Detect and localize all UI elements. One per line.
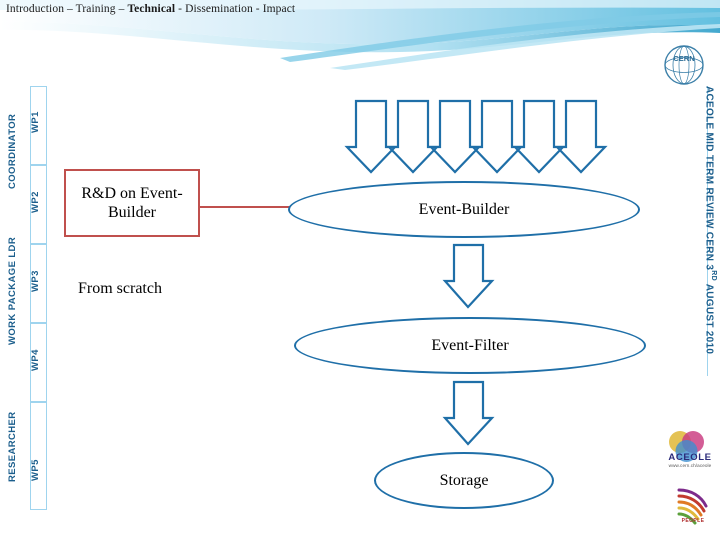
group-label-coordinator: COORDINATOR: [7, 113, 18, 189]
slide-canvas: Introduction – Training – Technical - Di…: [0, 0, 720, 540]
breadcrumb-part-1: Introduction – Training –: [6, 3, 128, 15]
diagram-arrows: [344, 99, 608, 446]
breadcrumb-part-2: Technical: [127, 3, 176, 15]
group-label-wp-leader: WORK PACKAGE LDR: [7, 236, 18, 346]
people-logo-text: PEOPLE: [681, 518, 705, 524]
presentation-title-part-2: AUGUST 2010: [703, 281, 715, 355]
rnd-to-event-builder-connector: [200, 206, 292, 208]
wp-label-wp1: WP1: [30, 111, 41, 133]
event-builder-node: Event-Builder: [288, 181, 640, 238]
presentation-title-sup: RD: [710, 270, 717, 281]
cern-logo-icon: CERN: [664, 45, 704, 85]
group-label-researcher: RESEARCHER: [7, 411, 18, 483]
breadcrumb: Introduction – Training – Technical - Di…: [6, 3, 295, 15]
event-filter-node: Event-Filter: [294, 317, 646, 374]
presentation-title-vertical: ACEOLE MID TERM REVIEW CERN 3RD AUGUST 2…: [697, 86, 719, 376]
breadcrumb-part-3: - Dissemination - Impact: [175, 3, 296, 15]
wp-label-wp4: WP4: [30, 349, 41, 371]
aceole-logo-text: ACEOLE: [668, 452, 712, 463]
storage-node: Storage: [374, 452, 554, 509]
wp-label-wp2: WP2: [30, 191, 41, 213]
wp-label-wp5: WP5: [30, 459, 41, 481]
wp-label-wp3: WP3: [30, 270, 41, 292]
aceole-logo-tagline: www.cern.ch/aceole: [668, 463, 712, 468]
svg-text:CERN: CERN: [673, 54, 694, 63]
presentation-title-part-1: ACEOLE MID TERM REVIEW CERN 3: [703, 86, 715, 271]
rnd-on-event-builder-box: R&D on Event-Builder: [64, 169, 200, 237]
from-scratch-label: From scratch: [78, 280, 162, 297]
